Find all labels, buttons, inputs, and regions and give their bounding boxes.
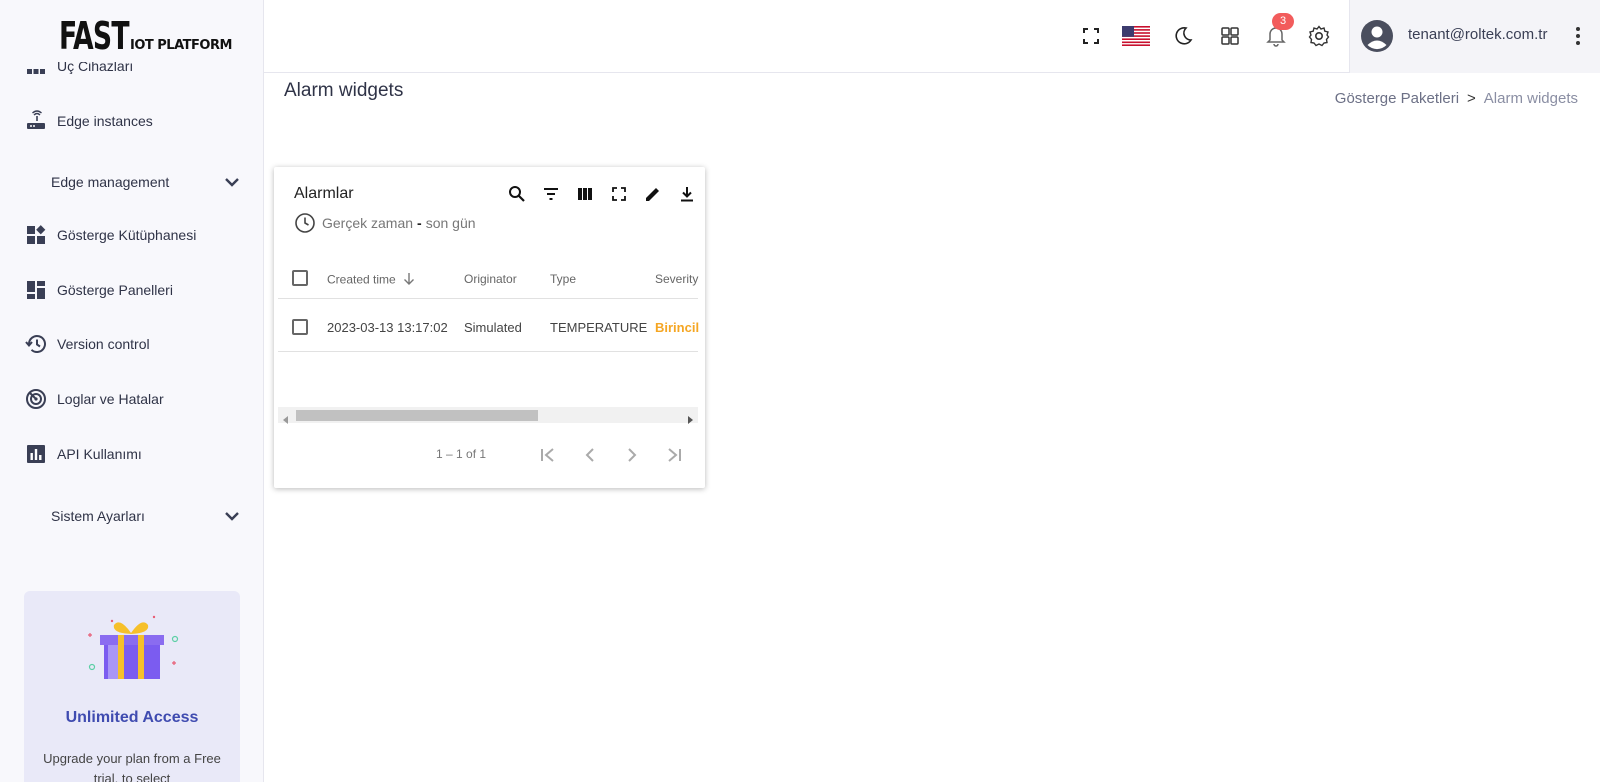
cell-type: TEMPERATURE bbox=[550, 320, 648, 335]
sidebar-item-label: Gösterge Panelleri bbox=[57, 282, 173, 298]
bar-chart-icon bbox=[24, 442, 48, 466]
table-header: Created time Originator Type Severity bbox=[278, 257, 698, 299]
column-header-severity[interactable]: Severity bbox=[655, 272, 698, 286]
sidebar-item-label: Version control bbox=[57, 336, 150, 352]
sidebar-item-version-control[interactable]: Version control bbox=[0, 324, 263, 364]
timewindow-mode: Gerçek zaman bbox=[322, 215, 414, 231]
breadcrumb-link-widget-bundles[interactable]: Gösterge Paketleri bbox=[1335, 90, 1459, 107]
user-email: tenant@roltek.com.tr bbox=[1408, 26, 1548, 43]
timewindow-range: son gün bbox=[425, 215, 476, 231]
history-icon bbox=[24, 332, 48, 356]
download-icon[interactable] bbox=[676, 183, 698, 205]
timewindow-selector[interactable]: Gerçek zaman - son gün bbox=[294, 212, 476, 234]
sidebar-group-edge-management[interactable]: Edge management bbox=[0, 162, 263, 202]
sidebar-item-label: Loglar ve Hatalar bbox=[57, 391, 164, 407]
scrollbar-thumb[interactable] bbox=[296, 410, 538, 421]
sidebar-item-label: API Kullanımı bbox=[57, 446, 142, 462]
promo-text: Upgrade your plan from a Free trial, to … bbox=[43, 751, 221, 782]
alarm-widget-card: Alarmlar Gerçek zaman - son gün Created … bbox=[274, 167, 705, 488]
fullscreen-icon[interactable] bbox=[1079, 24, 1103, 48]
logo[interactable]: FAST IOT PLATFORM bbox=[0, 0, 263, 62]
upgrade-promo-card: Unlimited Access Upgrade your plan from … bbox=[24, 591, 240, 782]
widget-title: Alarmlar bbox=[294, 185, 354, 202]
us-flag-icon[interactable] bbox=[1122, 24, 1150, 48]
scroll-left-arrow-icon[interactable] bbox=[282, 411, 290, 429]
more-vertical-icon[interactable] bbox=[1575, 25, 1581, 52]
column-header-label: Created time bbox=[327, 272, 396, 287]
logo-text: FAST bbox=[59, 14, 130, 58]
sidebar-item-widget-library[interactable]: Gösterge Kütüphanesi bbox=[0, 215, 263, 255]
table-row[interactable]: 2023-03-13 13:17:02 Simulated TEMPERATUR… bbox=[278, 302, 700, 352]
cell-created-time: 2023-03-13 13:17:02 bbox=[327, 320, 448, 335]
logo-subtext: IOT PLATFORM bbox=[130, 38, 232, 53]
router-icon bbox=[24, 109, 48, 133]
breadcrumb-current: Alarm widgets bbox=[1483, 90, 1578, 107]
gift-icon bbox=[82, 609, 182, 690]
radar-icon bbox=[24, 387, 48, 411]
next-page-icon[interactable] bbox=[620, 443, 644, 467]
previous-page-icon[interactable] bbox=[578, 443, 602, 467]
sidebar-item-label: Edge instances bbox=[57, 113, 153, 129]
last-page-icon[interactable] bbox=[662, 443, 686, 467]
settings-gear-icon[interactable] bbox=[1307, 24, 1331, 48]
horizontal-scrollbar[interactable] bbox=[278, 407, 698, 424]
clock-icon bbox=[294, 212, 316, 234]
first-page-icon[interactable] bbox=[536, 443, 560, 467]
dashboard-icon bbox=[24, 278, 48, 302]
sidebar-group-system-settings[interactable]: Sistem Ayarları bbox=[0, 496, 263, 536]
columns-icon[interactable] bbox=[574, 183, 596, 205]
page-title: Alarm widgets bbox=[284, 80, 404, 101]
row-checkbox[interactable] bbox=[292, 319, 308, 335]
edit-pencil-icon[interactable] bbox=[642, 183, 664, 205]
chevron-down-icon bbox=[222, 506, 242, 526]
sidebar-item-logs-errors[interactable]: Loglar ve Hatalar bbox=[0, 379, 263, 419]
paginator: 1 – 1 of 1 bbox=[274, 435, 705, 475]
sidebar-item-label: Edge management bbox=[51, 174, 170, 190]
dark-mode-moon-icon[interactable] bbox=[1171, 24, 1195, 48]
sidebar-item-dashboards[interactable]: Gösterge Panelleri bbox=[0, 270, 263, 310]
paginator-range-label: 1 – 1 of 1 bbox=[436, 447, 487, 461]
sidebar-item-label: Gösterge Kütüphanesi bbox=[57, 227, 197, 243]
promo-title: Unlimited Access bbox=[65, 709, 199, 726]
sort-arrow-down-icon bbox=[403, 272, 415, 289]
widget-toolbar bbox=[506, 183, 705, 205]
filter-icon[interactable] bbox=[540, 183, 562, 205]
sidebar-item-edge-instances[interactable]: Edge instances bbox=[0, 101, 263, 141]
breadcrumb-separator: > bbox=[1467, 90, 1476, 107]
scroll-right-arrow-icon[interactable] bbox=[686, 411, 694, 429]
notification-count-badge: 3 bbox=[1272, 13, 1294, 30]
user-menu[interactable]: tenant@roltek.com.tr bbox=[1349, 0, 1600, 73]
fullscreen-icon[interactable] bbox=[608, 183, 630, 205]
column-header-type[interactable]: Type bbox=[550, 272, 576, 286]
user-avatar-icon bbox=[1361, 20, 1393, 57]
apps-grid-icon[interactable] bbox=[1218, 24, 1242, 48]
widgets-icon bbox=[24, 223, 48, 247]
cell-originator: Simulated bbox=[464, 320, 522, 335]
chevron-down-icon bbox=[222, 172, 242, 192]
column-header-created-time[interactable]: Created time bbox=[327, 272, 415, 289]
column-header-originator[interactable]: Originator bbox=[464, 272, 517, 286]
sidebar-item-api-usage[interactable]: API Kullanımı bbox=[0, 434, 263, 474]
cell-severity: Birincil bbox=[655, 320, 700, 335]
timewindow-dash: - bbox=[417, 215, 422, 231]
sidebar-item-label: Sistem Ayarları bbox=[51, 508, 145, 524]
select-all-checkbox[interactable] bbox=[292, 270, 308, 286]
breadcrumb: Gösterge Paketleri > Alarm widgets bbox=[1335, 90, 1578, 107]
sidebar: Uç Cihazları FAST IOT PLATFORM Edge inst… bbox=[0, 0, 264, 782]
search-icon[interactable] bbox=[506, 183, 528, 205]
